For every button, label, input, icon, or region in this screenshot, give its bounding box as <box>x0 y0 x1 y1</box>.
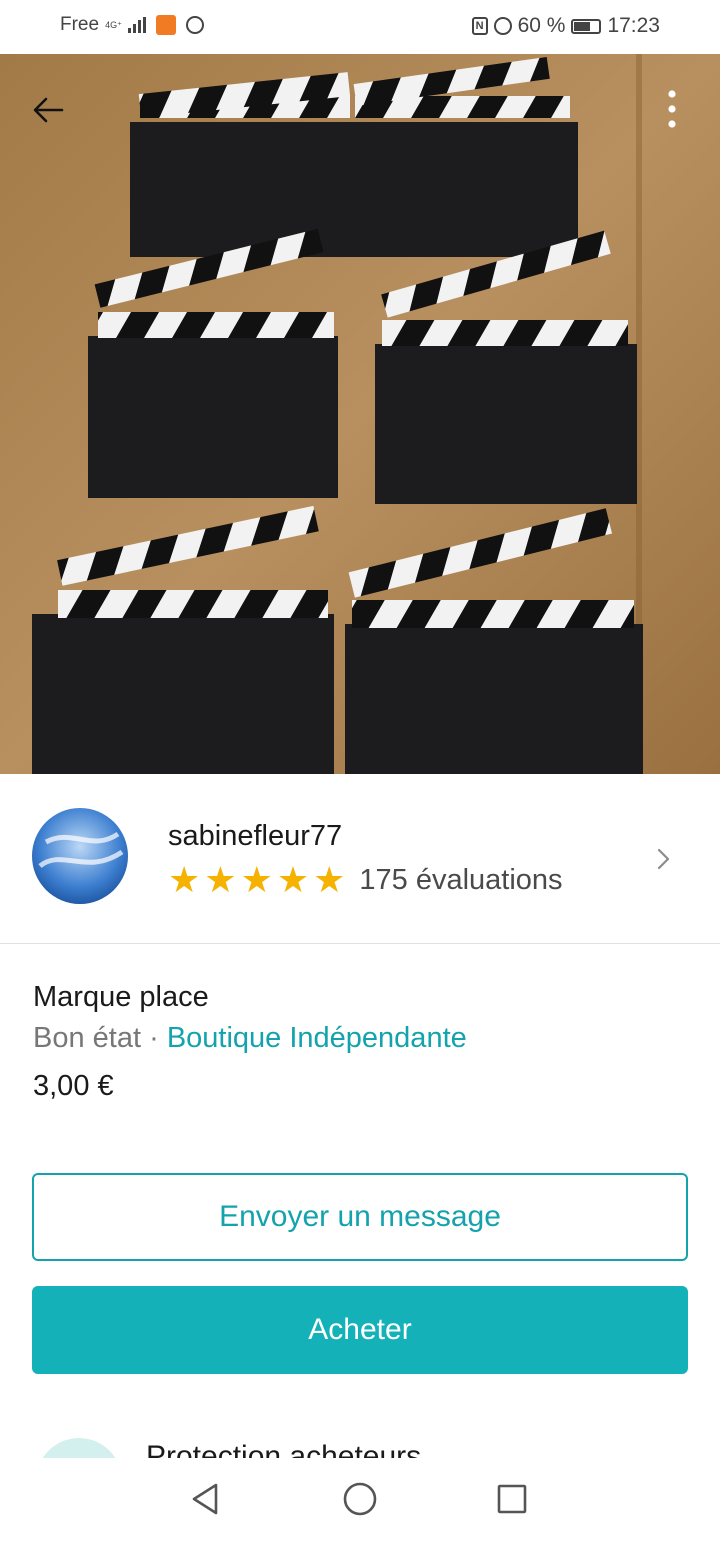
item-price: 3,00 € <box>33 1070 114 1102</box>
send-message-button[interactable]: Envoyer un message <box>32 1173 688 1261</box>
clapperboard-1 <box>130 72 355 257</box>
status-bar: Free 4G⁺ N 60 % 17:23 <box>0 0 720 54</box>
network-type: 4G⁺ <box>105 19 122 30</box>
nav-recents-button[interactable] <box>489 1476 535 1522</box>
clock: 17:23 <box>607 14 660 37</box>
notification-app-icon <box>155 15 176 35</box>
star-icon: ★ <box>204 859 237 900</box>
clapperboards-illustration <box>0 54 720 774</box>
status-left: Free 4G⁺ <box>60 14 204 36</box>
seller-name: sabinefleur77 <box>168 820 343 852</box>
rating-stars: ★ ★ ★ ★ ★ <box>168 862 345 898</box>
nav-back-button[interactable] <box>182 1476 228 1522</box>
back-button[interactable] <box>26 88 70 132</box>
chevron-right-icon <box>657 848 670 870</box>
item-title: Marque place <box>33 981 209 1013</box>
buy-button[interactable]: Acheter <box>32 1286 688 1374</box>
shop-link[interactable]: Boutique Indépendante <box>167 1022 467 1054</box>
buyer-protection-row[interactable]: Protection acheteurs <box>0 1420 720 1458</box>
battery-icon <box>571 18 602 34</box>
more-vertical-icon <box>668 90 676 128</box>
item-condition: Bon état <box>33 1022 142 1054</box>
seller-rating: ★ ★ ★ ★ ★ 175 évaluations <box>168 862 563 898</box>
status-right: N 60 % 17:23 <box>471 14 660 38</box>
product-photo[interactable] <box>0 54 720 774</box>
more-options-button[interactable] <box>650 88 694 132</box>
meta-separator: · <box>141 1022 167 1054</box>
whatsapp-icon <box>185 16 204 34</box>
review-count: 175 évaluations <box>359 863 563 896</box>
star-icon: ★ <box>276 859 310 900</box>
carrier-label: Free <box>60 14 100 35</box>
star-icon: ★ <box>168 859 201 900</box>
star-icon: ★ <box>313 859 346 900</box>
buyer-protection-title: Protection acheteurs <box>146 1440 422 1458</box>
seller-avatar[interactable] <box>32 808 128 904</box>
avatar-image <box>32 808 128 904</box>
circle-home-icon <box>343 1482 377 1516</box>
battery-level: 60 % <box>517 14 566 37</box>
square-recents-icon <box>497 1484 527 1514</box>
signal-icon <box>127 17 146 33</box>
arrow-left-icon <box>33 97 64 123</box>
nfc-icon: N <box>471 17 488 35</box>
seller-row[interactable]: sabinefleur77 ★ ★ ★ ★ ★ 175 évaluations <box>0 774 720 944</box>
alarm-icon <box>493 17 512 35</box>
item-meta: Bon état · Boutique Indépendante <box>33 1022 467 1055</box>
nav-home-button[interactable] <box>337 1476 383 1522</box>
triangle-back-icon <box>192 1483 218 1515</box>
shield-icon <box>36 1438 122 1458</box>
system-nav-bar <box>0 1458 720 1541</box>
star-icon: ★ <box>240 859 273 900</box>
